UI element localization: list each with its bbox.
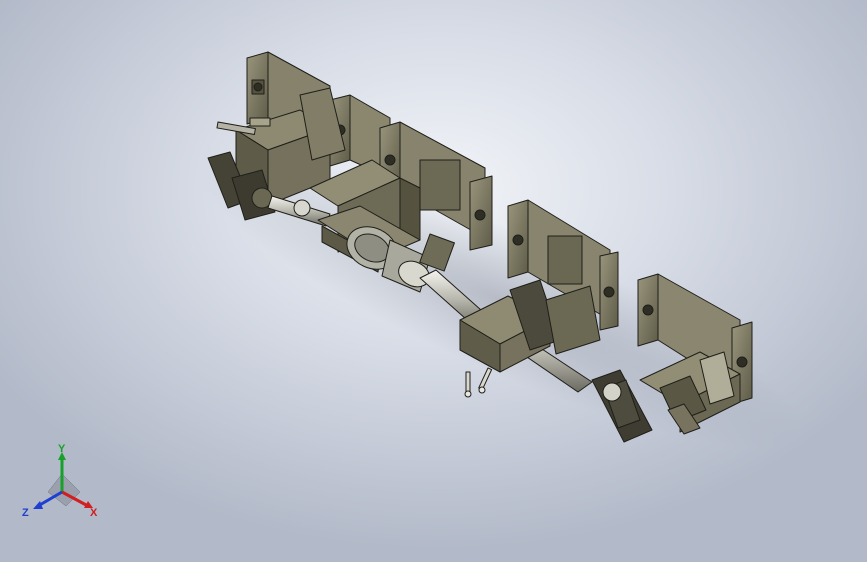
cad-assembly-model[interactable] bbox=[0, 0, 867, 562]
triad-z-label: Z bbox=[22, 507, 29, 519]
triad-z-arrow-icon bbox=[33, 501, 43, 509]
triad-graphic: Y X Z bbox=[22, 443, 98, 519]
graphics-viewport[interactable]: Y X Z bbox=[0, 0, 867, 562]
reference-triad[interactable]: Y X Z bbox=[22, 443, 112, 534]
triad-y-label: Y bbox=[58, 444, 66, 455]
triad-x-label: X bbox=[90, 507, 98, 519]
triad-base-plane bbox=[47, 473, 81, 507]
